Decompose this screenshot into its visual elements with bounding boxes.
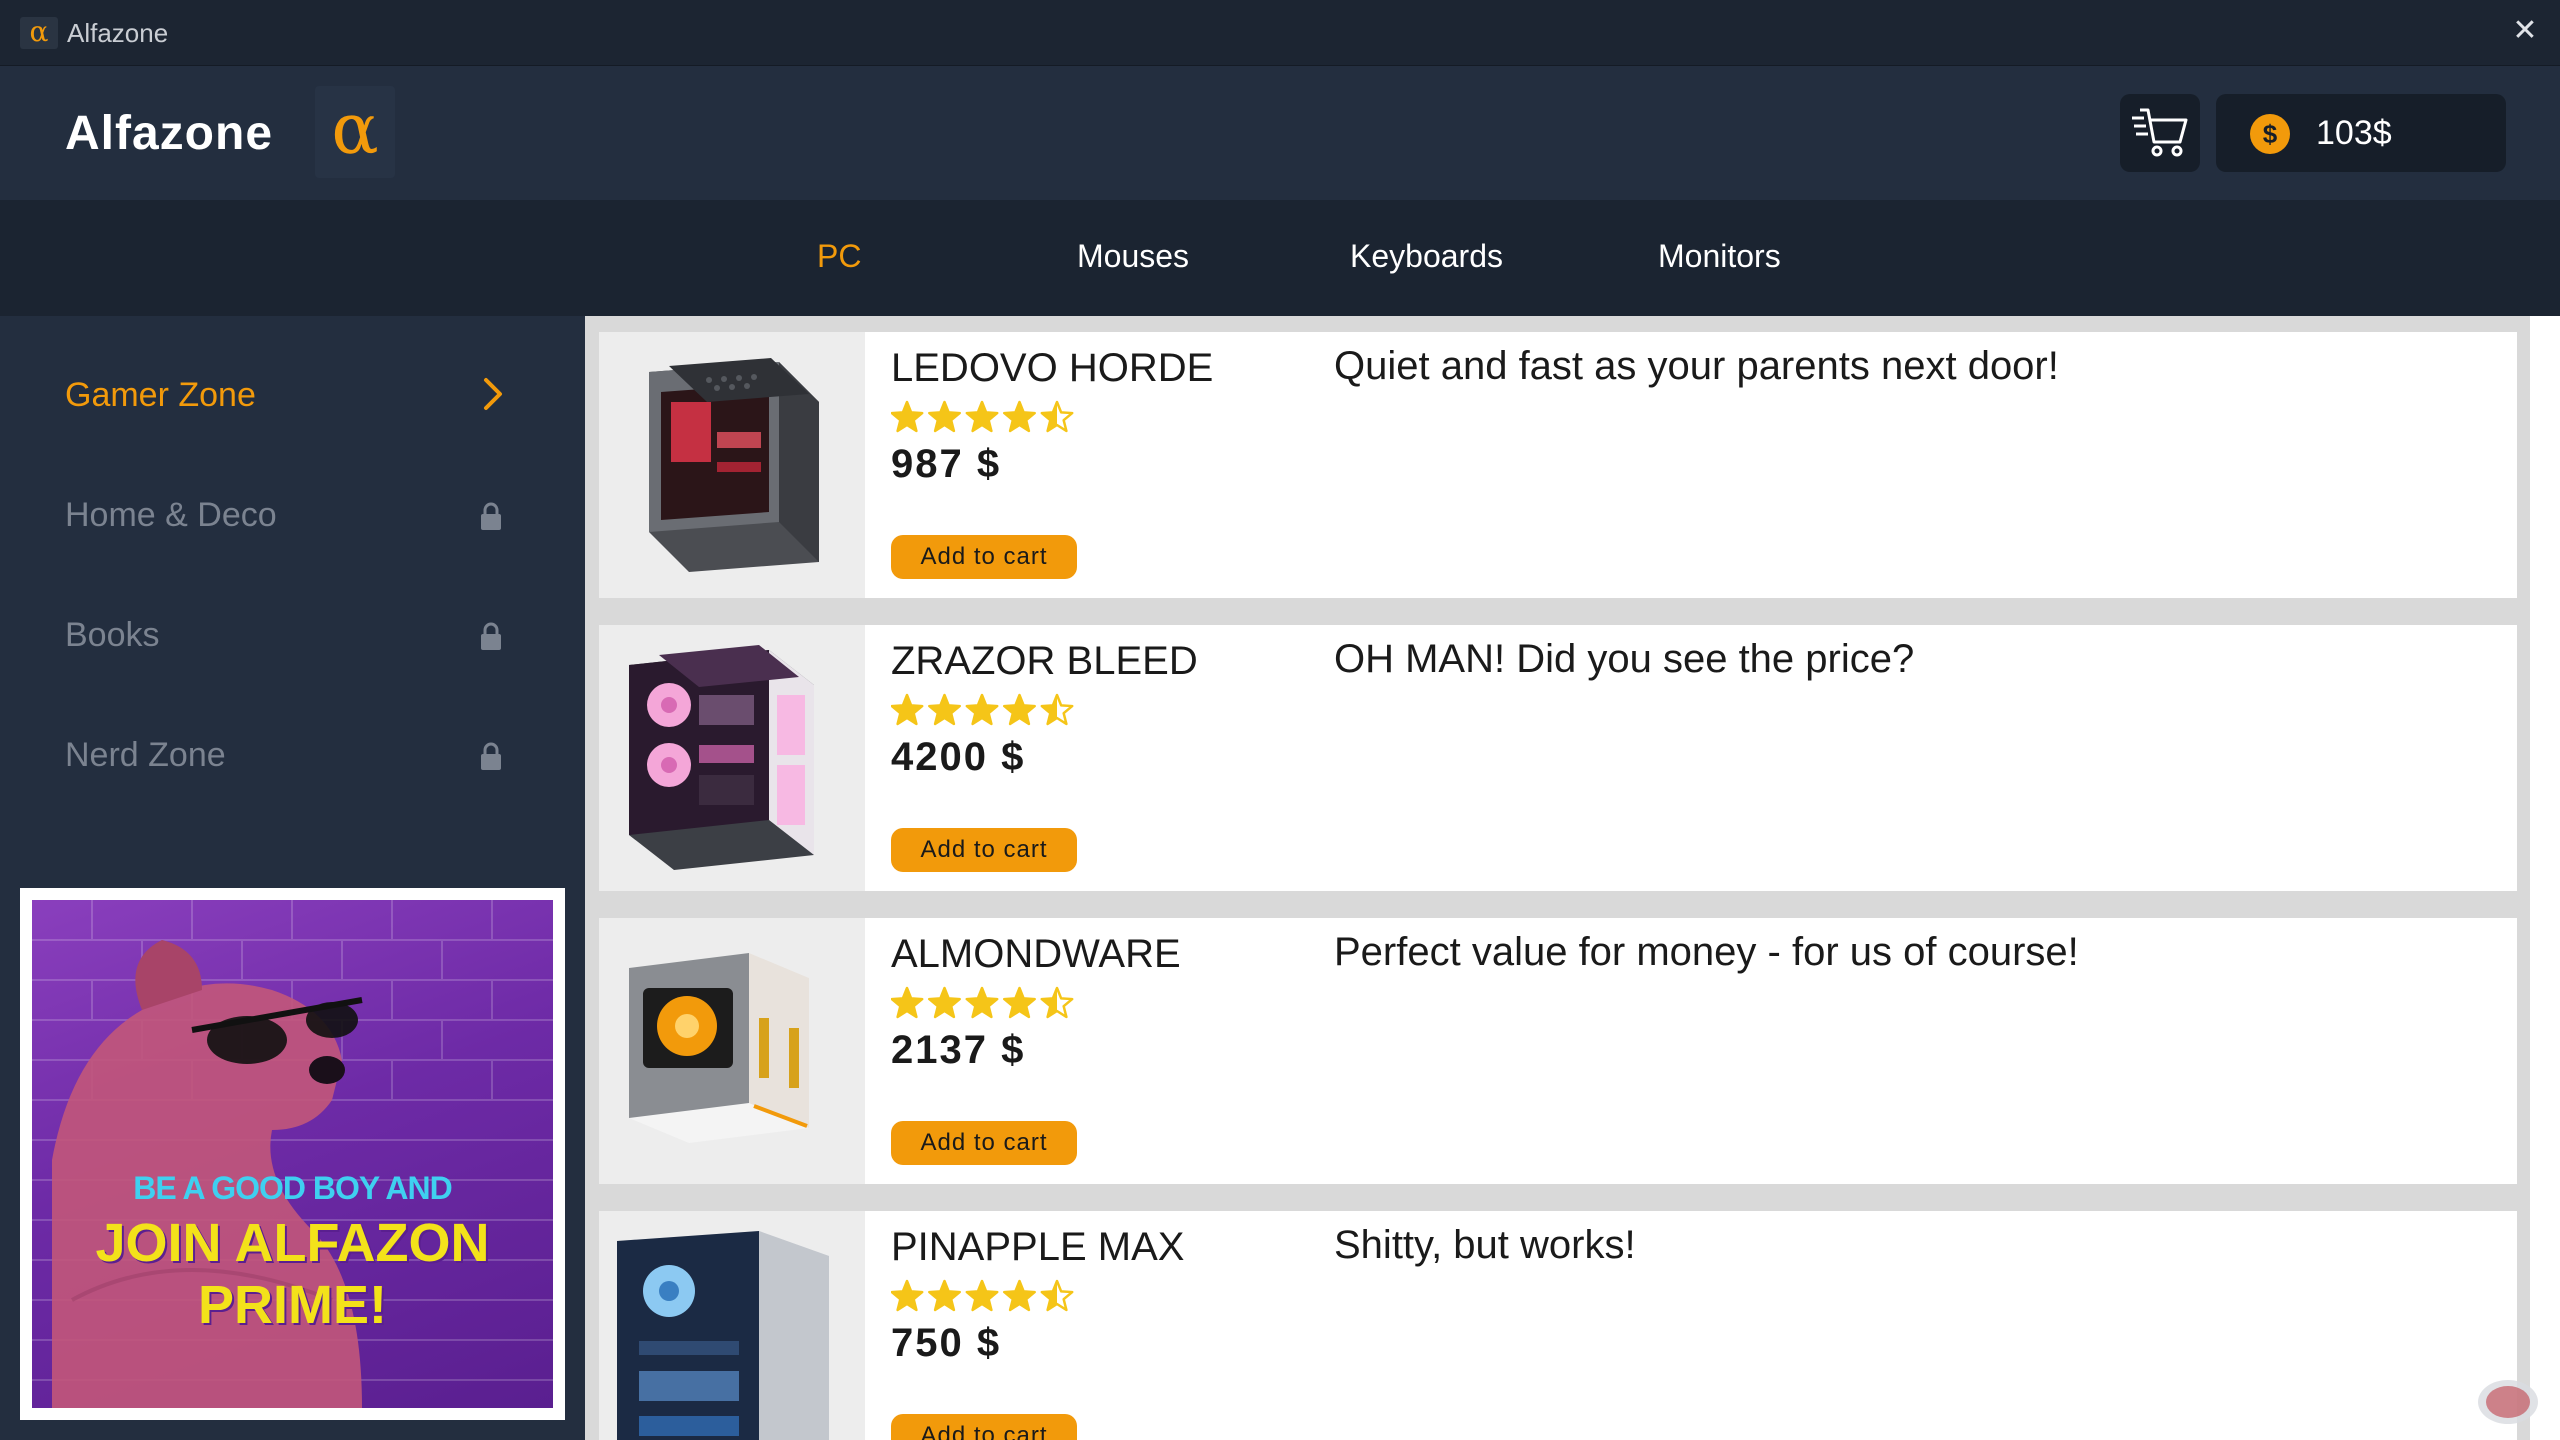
promo-headline: JOIN ALFAZON PRIME!	[95, 1213, 490, 1335]
lock-icon	[481, 502, 501, 530]
tab-pc[interactable]: PC	[817, 238, 861, 275]
sidebar-item-books[interactable]: Books	[65, 606, 505, 666]
window-title: Alfazone	[67, 18, 169, 48]
product-card: PINAPPLE MAX 750 $ Add to cart Shitty, b…	[599, 1211, 2517, 1440]
sidebar-item-gamer-zone[interactable]: Gamer Zone	[65, 366, 505, 426]
sidebar-item-label: Gamer Zone	[65, 376, 256, 414]
category-nav: PC Mouses Keyboards Monitors	[0, 200, 2560, 316]
star-fill	[966, 402, 998, 431]
rating-stars	[891, 986, 1074, 1019]
promo-image: BE A GOOD BOY AND JOIN ALFAZON PRIME!	[32, 900, 553, 1408]
product-price: 4200 $	[891, 735, 1026, 779]
product-price: 2137 $	[891, 1028, 1026, 1072]
product-image	[599, 918, 865, 1184]
lock-icon	[481, 742, 501, 770]
window-titlebar: α Alfazone ✕	[0, 0, 2560, 66]
wallet-balance: $ 103$	[2216, 94, 2506, 172]
app-header: Alfazone α $ 103$	[0, 66, 2560, 200]
wallet-amount: 103$	[2316, 114, 2392, 152]
rating-stars	[891, 693, 1074, 726]
star-fill	[891, 988, 923, 1017]
add-to-cart-button[interactable]: Add to cart	[891, 535, 1077, 579]
product-name: ALMONDWARE	[891, 932, 1181, 976]
rating-stars	[891, 1279, 1074, 1312]
product-list: LEDOVO HORDE 987 $ Add to cart Quiet and…	[585, 316, 2530, 1440]
cart-button[interactable]	[2120, 94, 2200, 172]
star-fill	[891, 695, 923, 724]
product-price: 987 $	[891, 442, 1002, 486]
sidebar-item-label: Books	[65, 616, 160, 654]
add-to-cart-button[interactable]: Add to cart	[891, 1414, 1077, 1440]
star-fill	[1004, 1281, 1035, 1310]
star-fill	[1004, 988, 1035, 1017]
star-fill	[966, 1281, 998, 1310]
star-fill	[929, 1281, 960, 1310]
lock-icon	[481, 622, 501, 650]
sidebar-item-nerd-zone[interactable]: Nerd Zone	[65, 726, 505, 786]
watermark-stamp	[2478, 1380, 2538, 1424]
product-description: Quiet and fast as your parents next door…	[1334, 344, 2059, 388]
scrollbar[interactable]	[2530, 316, 2560, 1440]
star-fill	[1004, 402, 1035, 431]
sidebar: Gamer Zone Home & Deco Books Nerd Zone B…	[0, 316, 585, 1440]
star-fill	[966, 988, 998, 1017]
star-fill	[966, 695, 998, 724]
rating-stars	[891, 400, 1074, 433]
sidebar-item-label: Home & Deco	[65, 496, 277, 534]
tab-monitors[interactable]: Monitors	[1658, 238, 1781, 275]
add-to-cart-button[interactable]: Add to cart	[891, 1121, 1077, 1165]
product-description: OH MAN! Did you see the price?	[1334, 637, 1915, 681]
brand-logo: α	[315, 86, 395, 178]
product-card: ZRAZOR BLEED 4200 $ Add to cart OH MAN! …	[599, 625, 2517, 891]
star-fill	[929, 695, 960, 724]
product-name: ZRAZOR BLEED	[891, 639, 1198, 683]
product-description: Perfect value for money - for us of cour…	[1334, 930, 2079, 974]
star-fill	[929, 402, 960, 431]
product-name: LEDOVO HORDE	[891, 346, 1214, 390]
sidebar-item-home-deco[interactable]: Home & Deco	[65, 486, 505, 546]
coin-icon: $	[2250, 114, 2290, 154]
prime-promo-banner[interactable]: BE A GOOD BOY AND JOIN ALFAZON PRIME!	[20, 888, 565, 1420]
star-fill	[891, 402, 923, 431]
star-fill	[891, 1281, 923, 1310]
promo-tagline: BE A GOOD BOY AND	[133, 1170, 452, 1206]
product-price: 750 $	[891, 1321, 1002, 1365]
tab-keyboards[interactable]: Keyboards	[1350, 238, 1503, 275]
brand-name: Alfazone	[65, 107, 274, 160]
product-description: Shitty, but works!	[1334, 1223, 1636, 1267]
tab-mouses[interactable]: Mouses	[1077, 238, 1189, 275]
product-name: PINAPPLE MAX	[891, 1225, 1185, 1269]
cart-icon	[2132, 108, 2188, 157]
star-fill	[929, 988, 960, 1017]
product-image	[599, 625, 865, 891]
add-to-cart-button[interactable]: Add to cart	[891, 828, 1077, 872]
star-fill	[1004, 695, 1035, 724]
product-image	[599, 332, 865, 598]
alpha-icon: α	[20, 17, 58, 49]
product-card: LEDOVO HORDE 987 $ Add to cart Quiet and…	[599, 332, 2517, 598]
chevron-right-icon	[484, 378, 502, 410]
sidebar-item-label: Nerd Zone	[65, 736, 226, 774]
product-card: ALMONDWARE 2137 $ Add to cart Perfect va…	[599, 918, 2517, 1184]
close-button[interactable]: ✕	[2500, 6, 2550, 56]
product-image	[599, 1211, 865, 1440]
